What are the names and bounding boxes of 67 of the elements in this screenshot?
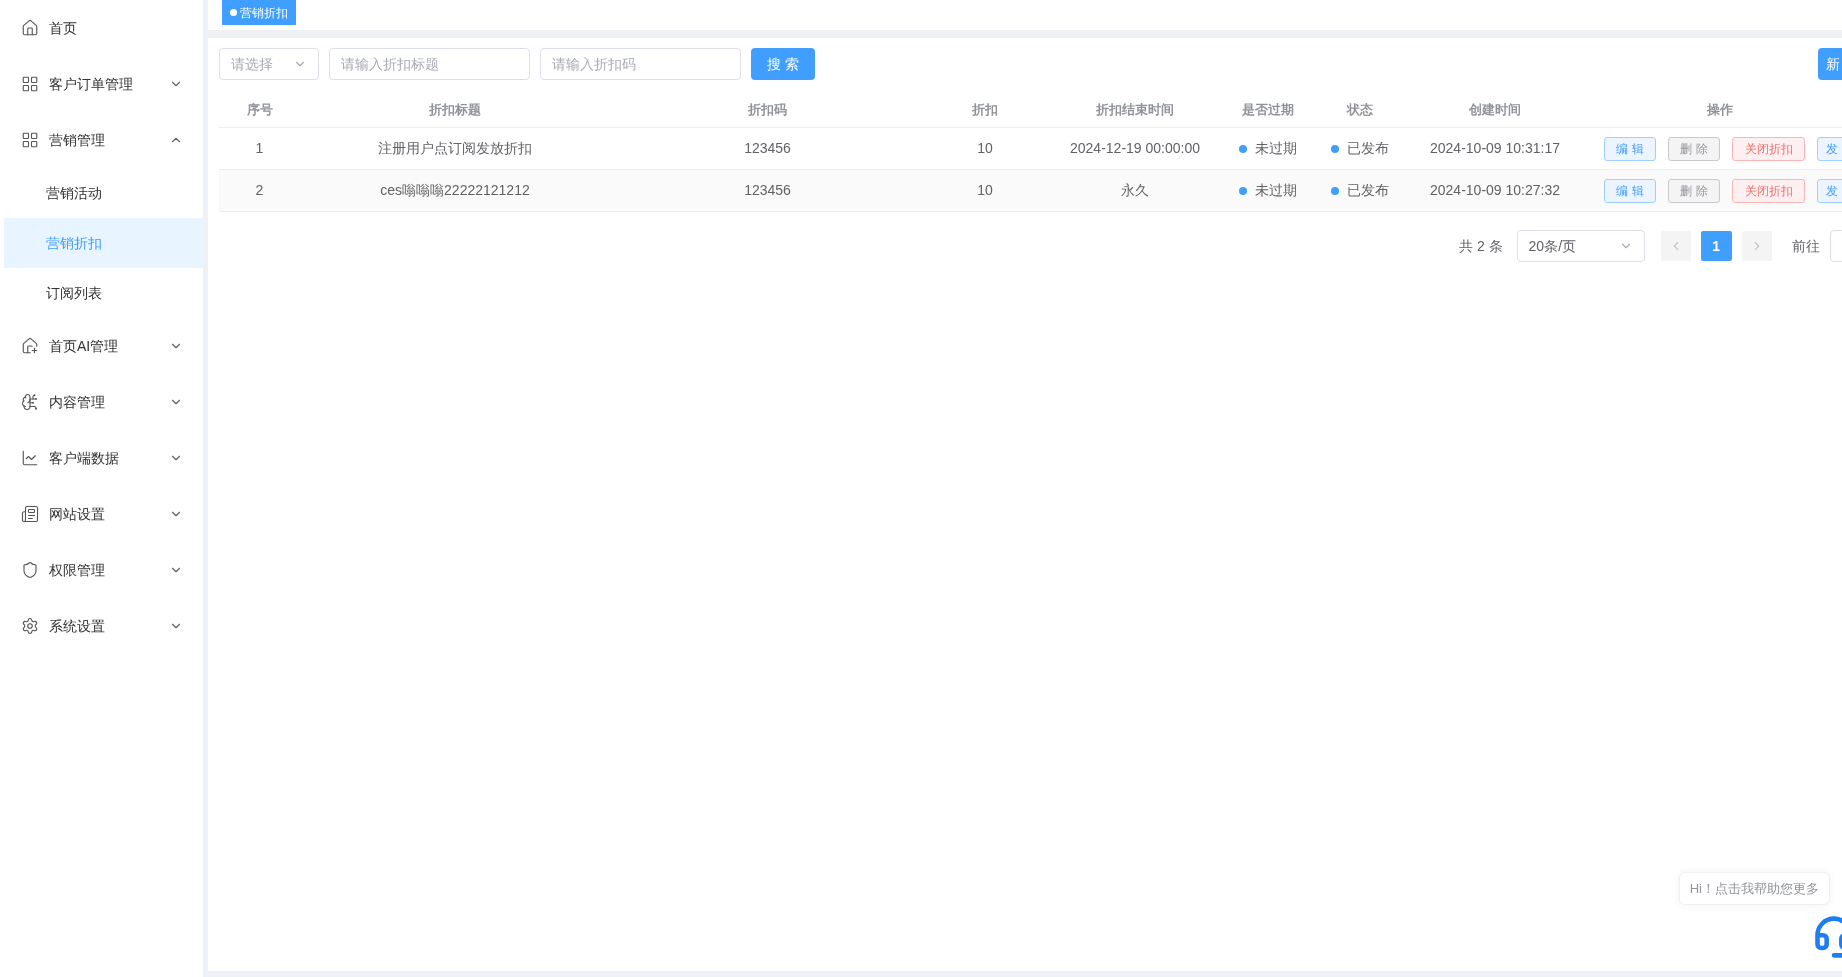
sidebar-item[interactable]: 首页 [0,0,203,56]
table-cell-text: 1 [255,139,264,158]
sidebar-item[interactable]: 系统设置 [0,598,203,654]
submenu-item[interactable]: 营销活动 [4,168,203,218]
column-header: 折扣标题 [429,100,481,119]
prev-page-button[interactable] [1660,231,1691,261]
table-cell-text: 123456 [744,181,791,200]
sidebar-item[interactable]: 首页AI管理 [0,318,203,374]
column-header: 状态 [1347,100,1373,119]
table-cell-text: 2024-10-09 10:27:32 [1430,181,1560,200]
submenu-item[interactable]: 订阅列表 [4,268,203,318]
table-cell-text: 已发布 [1347,139,1389,158]
table-cell-text: 注册用户点订阅发放折扣 [378,139,532,158]
publish-button[interactable]: 发 [1817,136,1842,161]
select-field[interactable]: 请选择 [219,48,319,80]
close-discount-button[interactable]: 关闭折扣 [1732,136,1805,161]
table-cell-text: 2024-10-09 10:31:17 [1430,139,1560,158]
brain-icon [21,393,39,411]
total-count: 共 2 条 [1459,236,1503,256]
page-tag[interactable]: 营销折扣 [222,0,296,25]
table-cell-text: 10 [977,181,993,200]
edit-button[interactable]: 编 辑 [1604,136,1656,161]
column-header: 折扣码 [748,100,787,119]
next-page-button[interactable] [1741,231,1772,261]
input-field[interactable]: 请输入折扣码 [540,48,741,80]
publish-button[interactable]: 发 [1817,178,1842,203]
house-icon [21,337,39,355]
delete-button[interactable]: 删 除 [1668,178,1720,203]
input-field[interactable]: 请输入折扣标题 [329,48,530,80]
table-cell-text: 2024-12-19 00:00:00 [1070,139,1200,158]
gear-icon [21,617,39,635]
sidebar-item[interactable]: 营销管理 [0,112,203,168]
edit-button[interactable]: 编 辑 [1604,178,1656,203]
shield-icon [21,561,39,579]
sidebar-item[interactable]: 内容管理 [0,374,203,430]
column-header: 是否过期 [1241,100,1294,119]
table-cell-text: 已发布 [1347,181,1389,200]
sidebar-item[interactable]: 权限管理 [0,542,203,598]
sidebar-item[interactable]: 网站设置 [0,486,203,542]
table-cell-text: 10 [977,139,993,158]
chat-bubble[interactable]: Hi！点击我帮助您更多 [1678,871,1830,905]
column-header: 折扣 [972,100,998,119]
table-cell-text: ces嗡嗡嗡22222121212 [380,181,530,200]
column-header: 折扣结束时间 [1096,100,1174,119]
newspaper-icon [21,505,39,523]
house-icon [21,19,39,37]
table-cell-text: 2 [255,181,264,200]
add-button[interactable]: 新 [1818,48,1842,80]
close-discount-button[interactable]: 关闭折扣 [1732,178,1805,203]
chart-icon [21,449,39,467]
goto-label: 前往 [1791,236,1820,256]
sidebar-item[interactable]: 客户订单管理 [0,56,203,112]
table-cell-text: 123456 [744,139,791,158]
page-button[interactable]: 1 [1700,231,1732,261]
submenu-item[interactable]: 营销折扣 [4,218,203,268]
search-button[interactable]: 搜 索 [751,48,815,80]
grid-icon [21,131,39,149]
column-header: 创建时间 [1469,100,1521,119]
table-cell-text: 未过期 [1254,181,1297,200]
grid-icon [21,75,39,93]
table-cell-text: 未过期 [1254,139,1297,158]
column-header: 序号 [246,100,273,119]
column-header: 操作 [1707,100,1733,119]
table-cell-text: 永久 [1121,181,1149,200]
page-size-select[interactable]: 20条/页 [1516,230,1645,262]
delete-button[interactable]: 删 除 [1668,136,1720,161]
sidebar-item[interactable]: 客户端数据 [0,430,203,486]
